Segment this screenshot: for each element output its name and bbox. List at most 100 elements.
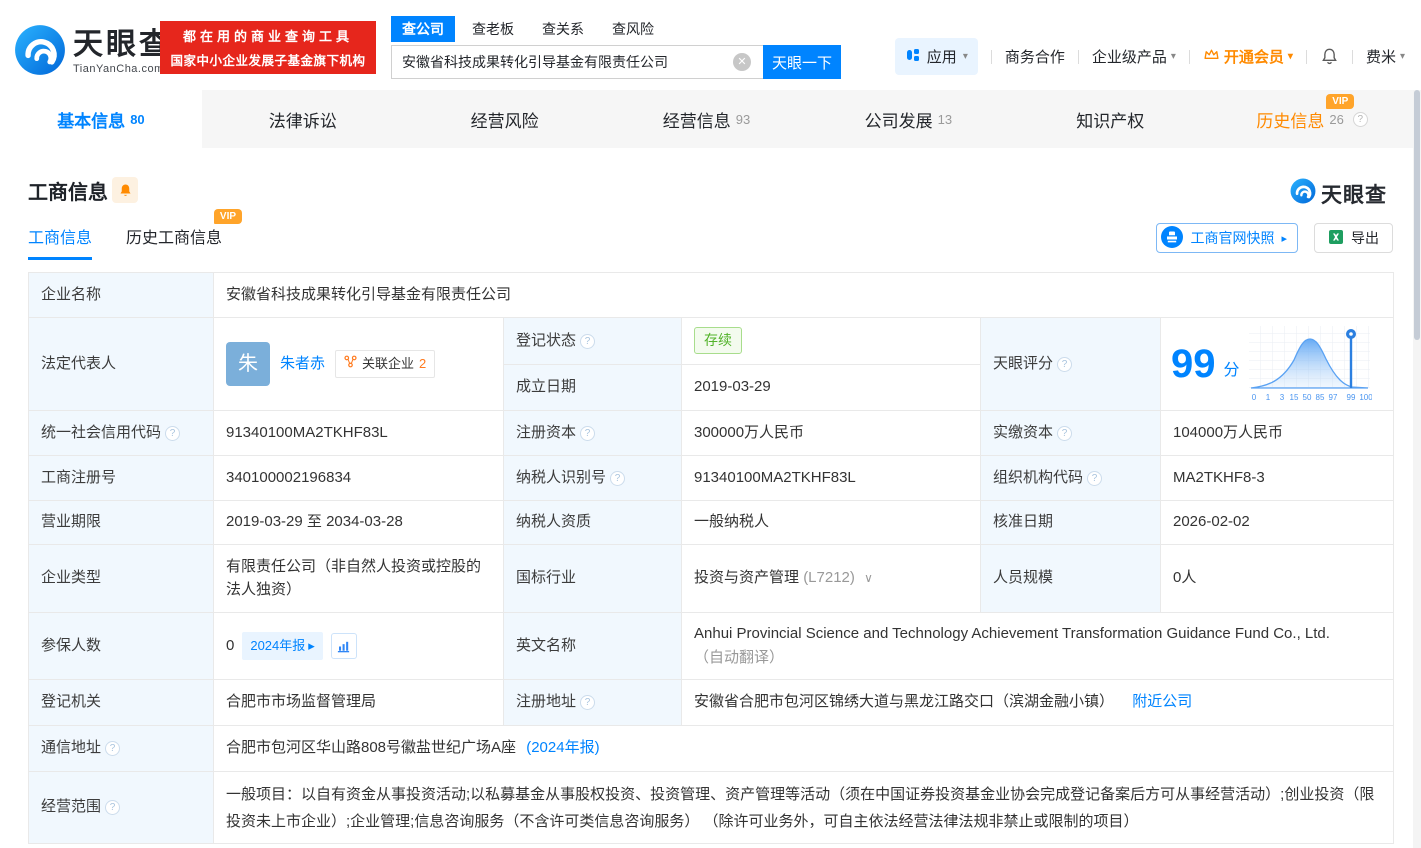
tab-operating-info[interactable]: 经营信息 93 bbox=[606, 90, 808, 148]
field-label: 国标行业 bbox=[503, 544, 682, 613]
network-icon bbox=[344, 354, 357, 374]
search-button[interactable]: 天眼一下 bbox=[763, 45, 841, 79]
field-label: 登记状态? bbox=[503, 317, 682, 365]
credit-code-label: 统一社会信用代码 bbox=[41, 423, 162, 441]
field-label: 英文名称 bbox=[503, 612, 682, 680]
tab-label: 经营信息 bbox=[662, 111, 731, 131]
field-label: 纳税人识别号? bbox=[503, 455, 682, 501]
score-unit: 分 bbox=[1223, 362, 1240, 379]
annual-report-badge[interactable]: 2024年报 ▸ bbox=[242, 632, 323, 660]
table-row: 通信地址? 合肥市包河区华山路808号徽盐世纪广场A座 (2024年报) bbox=[28, 725, 1395, 772]
help-icon[interactable]: ? bbox=[1352, 111, 1368, 127]
legal-representative-cell: 朱 朱者赤 关联企业 2 bbox=[213, 317, 504, 411]
help-icon[interactable]: ? bbox=[105, 741, 121, 757]
chevron-down-icon: ▾ bbox=[1170, 51, 1176, 62]
tab-label: 经营风险 bbox=[470, 111, 539, 131]
scrollbar-track[interactable] bbox=[1413, 90, 1421, 848]
promo-line-2: 国家中小企业发展子基金旗下机构 bbox=[170, 54, 366, 68]
tab-label: 知识产权 bbox=[1076, 111, 1145, 131]
action-buttons: 工商官网快照 ▸ 导出 bbox=[1156, 223, 1393, 253]
tab-history-info[interactable]: VIP 历史信息 26 ? bbox=[1211, 90, 1413, 148]
nav-open-vip[interactable]: 开通会员 ▾ bbox=[1203, 46, 1293, 67]
field-label: 纳税人资质 bbox=[503, 500, 682, 545]
reg-capital-value: 300000万人民币 bbox=[681, 410, 981, 456]
help-icon[interactable]: ? bbox=[580, 695, 596, 711]
field-label: 注册资本? bbox=[503, 410, 682, 456]
tab-count: 80 bbox=[130, 111, 145, 127]
nearby-companies-link[interactable]: 附近公司 bbox=[1132, 693, 1192, 710]
logo-subtitle: TianYanCha.com bbox=[73, 63, 164, 75]
subtab-history-business-info[interactable]: VIP 历史工商信息 bbox=[126, 209, 243, 260]
apps-menu[interactable]: 应用 ▾ bbox=[894, 38, 978, 75]
field-label: 法定代表人 bbox=[28, 317, 214, 411]
industry-code: (L7212) bbox=[803, 569, 855, 587]
bell-icon bbox=[1322, 48, 1337, 65]
search-tab-risk[interactable]: 查风险 bbox=[601, 16, 665, 42]
tab-basic-info[interactable]: 基本信息 80 bbox=[0, 90, 202, 148]
insured-count-cell: 0 2024年报 ▸ bbox=[213, 612, 504, 680]
site-logo[interactable]: 天眼查 TianYanCha.com bbox=[14, 24, 172, 81]
tab-legal-proceedings[interactable]: 法律诉讼 bbox=[202, 90, 404, 148]
help-icon[interactable]: ? bbox=[165, 425, 181, 441]
help-icon[interactable]: ? bbox=[1087, 470, 1103, 486]
annual-report-link[interactable]: (2024年报) bbox=[526, 739, 599, 756]
org-code-value: MA2TKHF8-3 bbox=[1159, 455, 1395, 501]
top-navigation: 应用 ▾ 商务合作 企业级产品 ▾ 开通会员 ▾ 费米 ▾ bbox=[894, 38, 1405, 75]
business-scope-label: 经营范围 bbox=[41, 798, 102, 816]
subtab-business-info[interactable]: 工商信息 bbox=[28, 224, 93, 260]
promo-banner: 都在用的商业查询工具 国家中小企业发展子基金旗下机构 bbox=[160, 21, 376, 74]
clear-search-icon[interactable]: ✕ bbox=[733, 53, 751, 71]
notifications-bell[interactable] bbox=[1320, 47, 1339, 66]
divider bbox=[1305, 49, 1307, 64]
divider bbox=[990, 49, 992, 64]
search-tab-relation[interactable]: 查关系 bbox=[531, 16, 595, 42]
field-label: 工商注册号 bbox=[28, 455, 214, 501]
trend-chart-button[interactable] bbox=[330, 633, 357, 659]
official-snapshot-button[interactable]: 工商官网快照 ▸ bbox=[1156, 223, 1298, 253]
scrollbar-thumb[interactable] bbox=[1414, 90, 1420, 340]
chevron-down-icon[interactable]: ∨ bbox=[864, 571, 873, 585]
tab-count: 13 bbox=[937, 111, 953, 127]
search-tab-company[interactable]: 查公司 bbox=[391, 16, 455, 42]
establish-date-value: 2019-03-29 bbox=[681, 363, 981, 411]
annual-report-label: 2024年报 bbox=[250, 638, 306, 654]
help-icon[interactable]: ? bbox=[105, 800, 121, 816]
help-icon[interactable]: ? bbox=[580, 333, 596, 349]
help-icon[interactable]: ? bbox=[610, 470, 626, 486]
business-term-value: 2019-03-29 至 2034-03-28 bbox=[213, 500, 504, 545]
svg-text:100: 100 bbox=[1359, 393, 1372, 402]
paid-capital-value: 104000万人民币 bbox=[1159, 410, 1395, 456]
tianyancha-logo-icon bbox=[1290, 178, 1316, 209]
divider bbox=[1351, 49, 1353, 64]
related-companies-badge[interactable]: 关联企业 2 bbox=[335, 350, 436, 378]
tab-operating-risk[interactable]: 经营风险 bbox=[404, 90, 606, 148]
nav-enterprise-products[interactable]: 企业级产品 ▾ bbox=[1092, 46, 1176, 67]
search-tab-boss[interactable]: 查老板 bbox=[461, 16, 525, 42]
search-input[interactable] bbox=[391, 45, 763, 79]
help-icon[interactable]: ? bbox=[580, 425, 596, 441]
auto-translate-note: （自动翻译） bbox=[694, 649, 785, 666]
table-row: 参保人数 0 2024年报 ▸ 英文名称 Anhui Provincial Sc… bbox=[28, 612, 1395, 680]
promo-line-1: 都在用的商业查询工具 bbox=[182, 29, 353, 44]
status-badge: 存续 bbox=[694, 327, 742, 355]
field-label: 天眼评分? bbox=[980, 317, 1161, 411]
svg-text:0: 0 bbox=[1251, 393, 1256, 402]
related-companies-count: 2 bbox=[419, 356, 427, 372]
help-icon[interactable]: ? bbox=[1057, 425, 1073, 441]
subtabs: 工商信息 VIP 历史工商信息 bbox=[28, 209, 243, 260]
field-label: 企业名称 bbox=[28, 272, 214, 318]
legal-representative-link[interactable]: 朱者赤 bbox=[280, 353, 325, 376]
industry-name: 投资与资产管理 bbox=[694, 569, 800, 587]
tab-intellectual-property[interactable]: 知识产权 bbox=[1009, 90, 1211, 148]
export-button[interactable]: 导出 bbox=[1314, 223, 1393, 253]
nav-business-cooperation[interactable]: 商务合作 bbox=[1005, 46, 1065, 67]
tab-company-development[interactable]: 公司发展 13 bbox=[807, 90, 1009, 148]
subscribe-bell-button[interactable] bbox=[112, 177, 138, 203]
open-vip-label: 开通会员 bbox=[1223, 49, 1284, 66]
help-icon[interactable]: ? bbox=[1057, 356, 1073, 372]
business-info-table: 企业名称 安徽省科技成果转化引导基金有限责任公司 法定代表人 朱 朱者赤 关联企… bbox=[28, 272, 1395, 844]
table-row: 工商注册号 340100002196834 纳税人识别号? 91340100MA… bbox=[28, 455, 1395, 501]
user-menu[interactable]: 费米 ▾ bbox=[1366, 46, 1405, 67]
table-row: 营业期限 2019-03-29 至 2034-03-28 纳税人资质 一般纳税人… bbox=[28, 500, 1395, 545]
tab-label: 历史信息 bbox=[1256, 111, 1325, 131]
